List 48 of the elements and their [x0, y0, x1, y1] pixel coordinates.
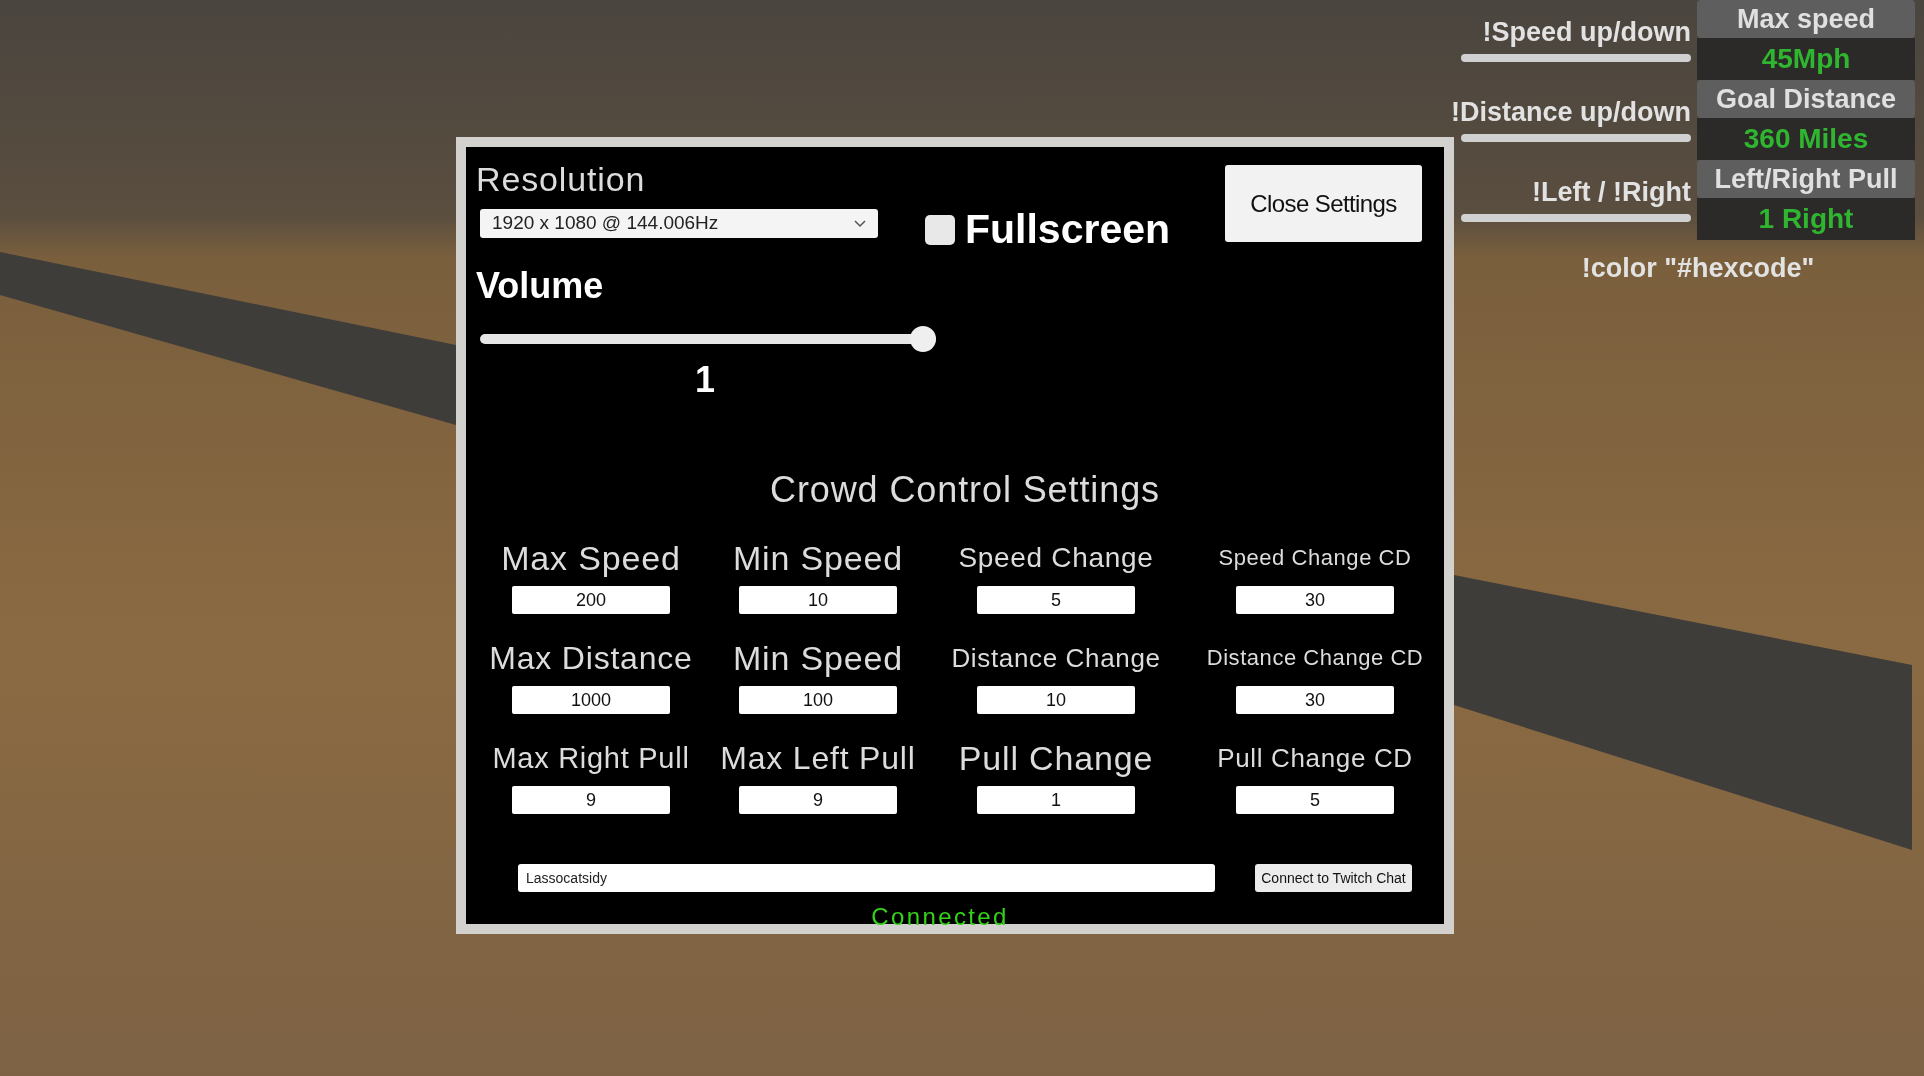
volume-label: Volume	[476, 264, 605, 308]
setting-label: Min Speed	[732, 638, 904, 679]
setting-input[interactable]: 30	[1236, 586, 1394, 614]
setting-input[interactable]: 1000	[512, 686, 670, 714]
setting-label: Speed Change	[958, 541, 1154, 575]
fullscreen-checkbox[interactable]	[925, 214, 955, 245]
setting-label: Max Distance	[489, 639, 693, 678]
command-label: !Left / !Right	[1532, 176, 1691, 209]
setting-input[interactable]: 100	[739, 686, 897, 714]
volume-slider-track[interactable]	[480, 326, 936, 352]
connect-twitch-button[interactable]: Connect to Twitch Chat	[1255, 864, 1412, 892]
stat-label: Max speed	[1697, 0, 1915, 38]
setting-label: Max Left Pull	[720, 739, 916, 778]
setting-label: Distance Change CD	[1206, 644, 1424, 672]
setting-label: Pull Change CD	[1217, 742, 1413, 775]
setting-input[interactable]: 200	[512, 586, 670, 614]
twitch-username-input[interactable]: Lassocatsidy	[518, 864, 1215, 892]
setting-input[interactable]: 9	[512, 786, 670, 814]
setting-label: Speed Change CD	[1218, 544, 1412, 572]
color-command-hint: !color "#hexcode"	[1581, 252, 1815, 285]
setting-label: Min Speed	[732, 538, 904, 579]
setting-input[interactable]: 30	[1236, 686, 1394, 714]
stat-value: 1 Right	[1697, 198, 1915, 240]
crowd-control-title: Crowd Control Settings	[770, 468, 1160, 512]
volume-slider-thumb[interactable]	[910, 326, 936, 352]
setting-input[interactable]: 10	[739, 586, 897, 614]
stat-value: 45Mph	[1697, 38, 1915, 80]
setting-input[interactable]: 5	[1236, 786, 1394, 814]
fullscreen-label: Fullscreen	[965, 209, 1171, 250]
stat-value: 360 Miles	[1697, 118, 1915, 160]
stat-label: Goal Distance	[1697, 80, 1915, 118]
close-settings-button[interactable]: Close Settings	[1225, 165, 1422, 242]
setting-label: Max Right Pull	[492, 741, 690, 776]
chevron-down-icon	[854, 219, 866, 228]
setting-label: Max Speed	[501, 538, 681, 579]
setting-input[interactable]: 9	[739, 786, 897, 814]
setting-label: Pull Change	[958, 738, 1154, 779]
setting-input[interactable]: 1	[977, 786, 1135, 814]
setting-label: Distance Change	[951, 642, 1161, 675]
stat-label: Left/Right Pull	[1697, 160, 1915, 198]
command-label: !Distance up/down	[1451, 96, 1691, 129]
connection-status: Connected	[871, 902, 1009, 932]
resolution-label: Resolution	[476, 159, 647, 199]
setting-input[interactable]: 5	[977, 586, 1135, 614]
volume-value: 1	[695, 358, 715, 402]
command-label: !Speed up/down	[1482, 16, 1691, 49]
resolution-dropdown[interactable]: 1920 x 1080 @ 144.006Hz	[480, 209, 878, 238]
setting-input[interactable]: 10	[977, 686, 1135, 714]
